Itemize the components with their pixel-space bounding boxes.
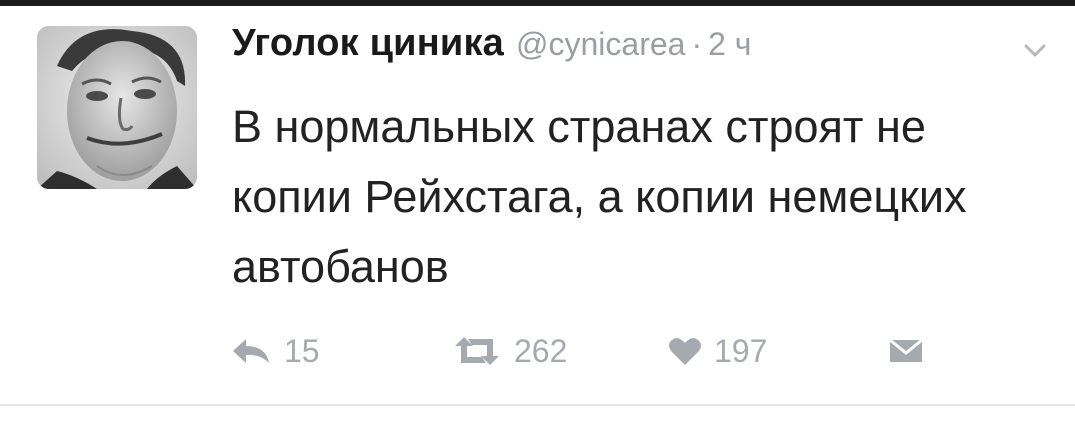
tweet-text: В нормальных странах строят не копии Рей… (232, 101, 967, 292)
reply-count: 15 (284, 332, 320, 369)
reply-button[interactable]: 15 (230, 326, 320, 376)
author-name[interactable]: Уголок циника (232, 22, 504, 64)
reply-icon (233, 339, 269, 363)
action-bar: 15 262 197 (226, 326, 946, 376)
divider (0, 404, 1075, 406)
tweet-header: Уголок циника @cynicarea · 2 ч (232, 22, 751, 72)
like-button[interactable]: 197 (668, 326, 767, 376)
chevron-down-icon[interactable] (1024, 44, 1046, 58)
like-count: 197 (714, 332, 768, 369)
retweet-icon (455, 337, 499, 365)
avatar-image (37, 26, 197, 189)
top-bar (0, 0, 1075, 6)
timestamp[interactable]: 2 ч (708, 26, 751, 62)
envelope-icon (889, 338, 923, 362)
message-button[interactable] (888, 326, 924, 376)
author-handle[interactable]: @cynicarea (516, 26, 685, 62)
retweet-button[interactable]: 262 (452, 326, 567, 376)
avatar[interactable] (37, 26, 197, 189)
heart-icon (669, 338, 701, 365)
separator-dot: · (691, 26, 703, 62)
retweet-count: 262 (514, 332, 568, 369)
